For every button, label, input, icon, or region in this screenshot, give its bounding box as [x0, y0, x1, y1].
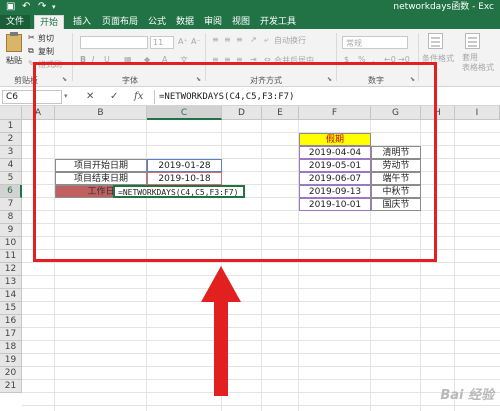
table-format-icon[interactable] [465, 33, 480, 49]
copy-button[interactable]: 复制 [38, 46, 54, 57]
title-bar: ▣ ↶ ↷ ▾ networkdays函数 - Exc [0, 0, 500, 14]
column-header-i[interactable]: I [455, 106, 500, 120]
save-icon[interactable]: ▣ [6, 1, 15, 13]
window-title: networkdays函数 - Exc [393, 2, 494, 12]
align-middle-icon[interactable]: ≡ [224, 35, 231, 44]
row-header-4[interactable]: 4 [0, 159, 22, 172]
tab-developer[interactable]: 开发工具 [258, 15, 298, 29]
conditional-format-icon[interactable] [428, 33, 443, 49]
row-header-20[interactable]: 20 [0, 367, 22, 380]
number-format-value: 常规 [346, 39, 362, 48]
row-header-19[interactable]: 19 [0, 354, 22, 367]
row-header-5[interactable]: 5 [0, 172, 22, 185]
decrease-font-icon[interactable]: A⁻ [191, 37, 201, 46]
tab-page-layout[interactable]: 页面布局 [100, 15, 140, 29]
tab-home[interactable]: 开始 [34, 15, 64, 29]
grid-line [454, 120, 455, 411]
row-header-14[interactable]: 14 [0, 289, 22, 302]
font-name-select[interactable] [80, 36, 148, 49]
row-header-15[interactable]: 15 [0, 302, 22, 315]
cut-button[interactable]: 剪切 [38, 33, 54, 44]
wrap-text-button[interactable]: 自动换行 [274, 35, 306, 46]
row-header-21[interactable]: 21 [0, 380, 22, 393]
align-top-icon[interactable]: ≡ [212, 35, 219, 44]
red-arrow-shaft [214, 300, 228, 396]
wrap-text-icon[interactable]: ⤶ [264, 35, 268, 45]
row-header-2[interactable]: 2 [0, 133, 22, 146]
table-format-button[interactable]: 套用 表格格式 [462, 53, 494, 73]
quick-access-dropdown-icon[interactable]: ▾ [52, 1, 56, 13]
select-all-corner[interactable] [0, 106, 22, 120]
row-header-16[interactable]: 16 [0, 315, 22, 328]
row-header-11[interactable]: 11 [0, 250, 22, 263]
font-size-select[interactable]: 11 [150, 36, 174, 49]
tab-file[interactable]: 文件 [0, 15, 30, 29]
tab-formulas[interactable]: 公式 [144, 15, 170, 29]
paste-icon[interactable] [6, 32, 22, 52]
row-header-8[interactable]: 8 [0, 211, 22, 224]
row-header-1[interactable]: 1 [0, 120, 22, 133]
row-header-6[interactable]: 6 [0, 185, 22, 198]
watermark: Bai 经验 [440, 388, 494, 403]
orientation-icon[interactable]: ↗ [250, 35, 257, 44]
tab-review[interactable]: 审阅 [200, 15, 226, 29]
row-header-17[interactable]: 17 [0, 328, 22, 341]
red-highlight-box [33, 62, 437, 262]
tab-data[interactable]: 数据 [172, 15, 198, 29]
red-arrow-head [201, 266, 241, 302]
align-bottom-icon[interactable]: ≡ [236, 35, 243, 44]
row-header-7[interactable]: 7 [0, 198, 22, 211]
row-header-13[interactable]: 13 [0, 276, 22, 289]
paste-button[interactable]: 粘贴 [6, 55, 22, 66]
redo-icon[interactable]: ↷ [38, 1, 46, 13]
copy-icon[interactable]: ⧉ [28, 46, 34, 56]
row-header-18[interactable]: 18 [0, 341, 22, 354]
number-format-select[interactable]: 常规 [342, 36, 408, 49]
ribbon-tab-bar: 文件 开始 插入 页面布局 公式 数据 审阅 视图 开发工具 [0, 14, 500, 29]
cut-icon[interactable]: ✂ [28, 33, 35, 42]
increase-font-icon[interactable]: A⁺ [178, 37, 188, 46]
row-header-9[interactable]: 9 [0, 224, 22, 237]
row-header-10[interactable]: 10 [0, 237, 22, 250]
tab-insert[interactable]: 插入 [68, 15, 96, 29]
font-size-value: 11 [153, 38, 164, 47]
row-header-12[interactable]: 12 [0, 263, 22, 276]
undo-icon[interactable]: ↶ [22, 1, 30, 13]
row-header-3[interactable]: 3 [0, 146, 22, 159]
tab-view[interactable]: 视图 [228, 15, 254, 29]
